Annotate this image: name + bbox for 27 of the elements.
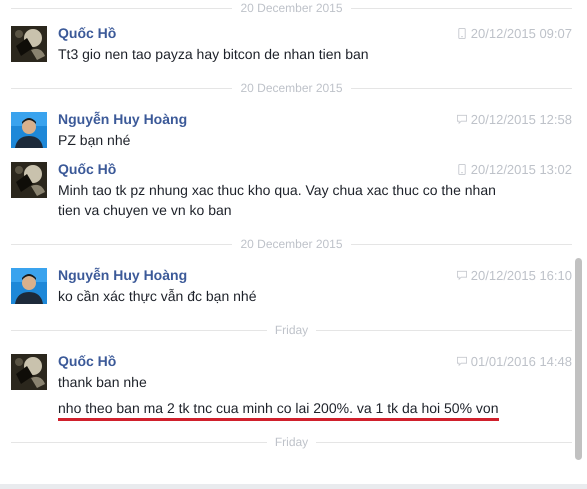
sender-name[interactable]: Nguyễn Huy Hoàng <box>58 111 188 127</box>
message-text: Tt3 gio nen tao payza hay bitcon de nhan tien ban <box>58 46 369 62</box>
date-divider-label: 20 December 2015 <box>240 81 343 95</box>
date-divider-label: 20 December 2015 <box>240 237 343 251</box>
date-divider-label: Friday <box>274 435 308 449</box>
date-divider-label: Friday <box>274 323 308 337</box>
phone-icon <box>456 164 467 174</box>
sender-name[interactable]: Nguyễn Huy Hoàng <box>58 267 188 283</box>
chat-icon <box>456 270 467 280</box>
scrollbar-thumb[interactable] <box>575 258 582 460</box>
sender-name[interactable]: Quốc Hồ <box>58 25 116 41</box>
sender-name[interactable]: Quốc Hồ <box>58 353 116 369</box>
message-time: 20/12/2015 09:07 <box>470 26 572 40</box>
message-text: PZ bạn nhé <box>58 132 130 148</box>
date-divider-label: 20 December 2015 <box>240 1 343 15</box>
message-time: 20/12/2015 16:10 <box>470 268 572 282</box>
message-time: 01/01/2016 14:48 <box>470 354 572 368</box>
message-text: thank ban nhe <box>58 374 147 390</box>
message-time: 20/12/2015 12:58 <box>470 112 572 126</box>
sender-name[interactable]: Quốc Hồ <box>58 161 116 177</box>
message-time: 20/12/2015 13:02 <box>470 162 572 176</box>
phone-icon <box>456 28 467 38</box>
message-text: ko cần xác thực vẫn đc bạn nhé <box>58 288 256 304</box>
chat-icon <box>456 356 467 366</box>
chat-icon <box>456 114 467 124</box>
message-text: Minh tao tk pz nhung xac thuc kho qua. Vay chua xac thuc co the nhan tien va chuyen ve vn ko ban <box>58 182 496 218</box>
message-text: nho theo ban ma 2 tk tnc cua minh co lai 200%. va 1 tk da hoi 50% von <box>58 400 498 421</box>
